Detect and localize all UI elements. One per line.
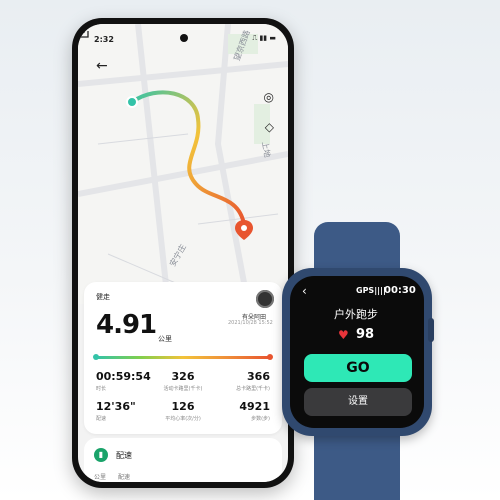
watch-back-icon[interactable]: ‹ xyxy=(302,284,307,298)
share-icon[interactable] xyxy=(78,24,90,38)
heart-rate-value: 98 xyxy=(356,327,375,342)
intensity-bar-end xyxy=(267,354,273,360)
avatar[interactable] xyxy=(256,290,274,308)
status-icons: ⎍ ▮▮ ▬ xyxy=(252,34,276,42)
settings-button[interactable]: 设置 xyxy=(304,388,412,416)
heart-icon: ♥ xyxy=(338,328,349,342)
distance-unit: 公里 xyxy=(158,335,172,343)
stat-value: 4921 xyxy=(239,400,270,413)
go-button[interactable]: GO xyxy=(304,354,412,382)
product-showcase: 2:32 ⎍ ▮▮ ▬ ← ◎ ◇ 安宁庄 望京西路 上地 健走 4.91 公里 xyxy=(0,0,500,500)
workout-summary-card: 健走 4.91 公里 有朵阿田 2021/10/28 15:52 00:59:5… xyxy=(84,282,282,434)
stat-steps: 4921 步数(步) xyxy=(206,400,270,422)
front-camera xyxy=(180,34,188,42)
route-start-marker xyxy=(126,96,138,108)
intensity-bar xyxy=(96,356,270,359)
locate-icon[interactable]: ◎ xyxy=(264,90,274,104)
phone-screen: 2:32 ⎍ ▮▮ ▬ ← ◎ ◇ 安宁庄 望京西路 上地 健走 4.91 公里 xyxy=(78,24,288,482)
pace-column-speed: 配速 xyxy=(118,474,131,481)
intensity-bar-start xyxy=(93,354,99,360)
stat-value: 366 xyxy=(247,370,270,383)
gps-indicator: GPS|||| xyxy=(356,286,386,295)
back-arrow-icon[interactable]: ← xyxy=(96,58,108,74)
map-roads xyxy=(78,24,288,304)
bar-chart-icon: ▮ xyxy=(94,448,108,462)
pace-section[interactable]: ▮ 配速 公里 配速 xyxy=(84,438,282,482)
pace-column-km: 公里 xyxy=(94,474,107,481)
stat-label: 步数(步) xyxy=(251,416,270,422)
watch-screen: ‹ GPS|||| 00:30 户外跑步 ♥ 98 GO 设置 xyxy=(290,276,424,428)
stat-label: 总卡路里(千卡) xyxy=(236,386,270,392)
stat-total-calories: 366 总卡路里(千卡) xyxy=(206,370,270,392)
phone: 2:32 ⎍ ▮▮ ▬ ← ◎ ◇ 安宁庄 望京西路 上地 健走 4.91 公里 xyxy=(72,18,294,488)
status-time: 2:32 xyxy=(94,35,114,44)
pace-title: 配速 xyxy=(116,451,132,460)
workout-date: 2021/10/28 15:52 xyxy=(228,320,273,326)
map-canvas xyxy=(78,24,288,304)
activity-type: 健走 xyxy=(96,293,110,301)
distance-value: 4.91 xyxy=(96,310,157,340)
layers-icon[interactable]: ◇ xyxy=(265,120,274,134)
watch-time: 00:30 xyxy=(384,285,416,296)
route-map[interactable]: 2:32 ⎍ ▮▮ ▬ ← ◎ ◇ 安宁庄 望京西路 上地 xyxy=(78,24,288,304)
workout-mode: 户外跑步 xyxy=(334,308,378,321)
watch-crown[interactable] xyxy=(428,318,434,342)
gps-label: GPS xyxy=(356,286,375,295)
